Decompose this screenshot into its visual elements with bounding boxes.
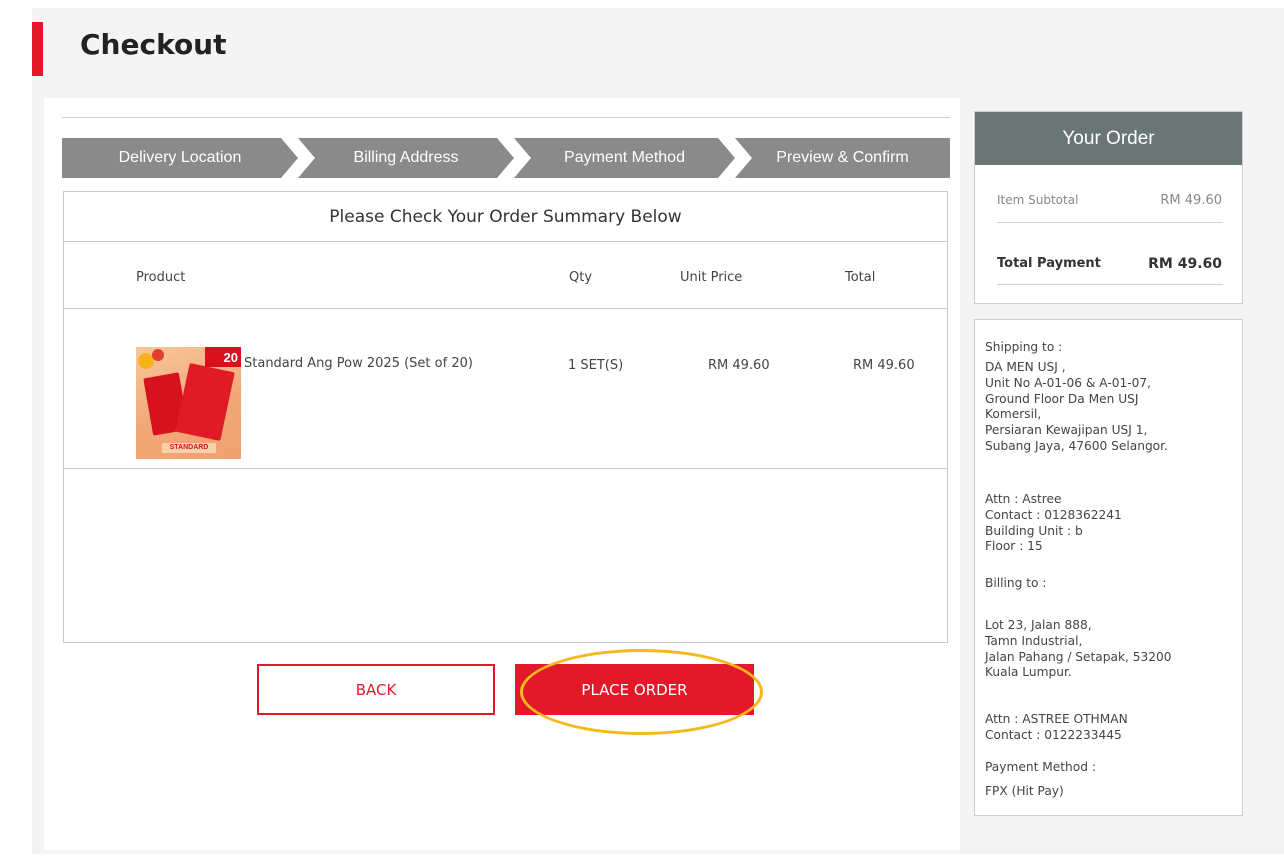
step-payment-method[interactable]: Payment Method bbox=[514, 138, 735, 178]
your-order-title: Your Order bbox=[975, 112, 1242, 165]
header-divider bbox=[64, 308, 947, 309]
shipping-heading: Shipping to : bbox=[985, 340, 1063, 354]
address-line: Komersil, bbox=[985, 407, 1042, 422]
billing-contact: Attn : ASTREE OTHMAN Contact : 012223344… bbox=[985, 712, 1128, 744]
title-accent-bar bbox=[32, 22, 43, 76]
address-line: Jalan Pahang / Setapak, 53200 bbox=[985, 649, 1172, 664]
address-line: Tamn Industrial, bbox=[985, 633, 1083, 648]
step-label: Preview & Confirm bbox=[776, 149, 909, 166]
checkout-steps: Delivery Location Billing Address Paymen… bbox=[62, 138, 950, 178]
product-name: Standard Ang Pow 2025 (Set of 20) bbox=[244, 356, 473, 371]
column-header-qty: Qty bbox=[569, 270, 593, 285]
shipping-contact-number: Contact : 0128362241 bbox=[985, 507, 1122, 522]
column-header-unit-price: Unit Price bbox=[680, 270, 743, 285]
column-header-total: Total bbox=[845, 270, 876, 285]
total-payment-label: Total Payment bbox=[997, 256, 1101, 271]
payment-method-value: FPX (Hit Pay) bbox=[985, 784, 1064, 798]
shipping-attn: Attn : Astree bbox=[985, 492, 1062, 506]
your-order-card: Your Order Item Subtotal RM 49.60 Total … bbox=[974, 111, 1243, 304]
order-divider bbox=[997, 284, 1223, 285]
product-badge: 20 bbox=[205, 347, 241, 367]
back-button[interactable]: BACK bbox=[257, 664, 495, 715]
address-line: DA MEN USJ , bbox=[985, 360, 1066, 374]
shipping-building-unit: Building Unit : b bbox=[985, 523, 1083, 538]
step-preview-confirm[interactable]: Preview & Confirm bbox=[735, 138, 950, 178]
product-qty: 1 SET(S) bbox=[568, 358, 624, 373]
address-line: Kuala Lumpur. bbox=[985, 665, 1072, 680]
address-line: Ground Floor Da Men USJ bbox=[985, 391, 1139, 406]
summary-title: Please Check Your Order Summary Below bbox=[64, 192, 947, 242]
top-divider bbox=[62, 117, 950, 118]
shipping-address: DA MEN USJ , Unit No A-01-06 & A-01-07, … bbox=[985, 360, 1168, 455]
address-line: Lot 23, Jalan 888, bbox=[985, 618, 1092, 632]
total-payment-value: RM 49.60 bbox=[1148, 256, 1222, 272]
step-label: Billing Address bbox=[353, 149, 459, 166]
order-divider bbox=[997, 222, 1223, 223]
product-total: RM 49.60 bbox=[853, 358, 915, 373]
step-label: Payment Method bbox=[564, 149, 685, 166]
billing-contact-number: Contact : 0122233445 bbox=[985, 727, 1122, 742]
subtotal-label: Item Subtotal bbox=[997, 193, 1079, 207]
place-order-button[interactable]: PLACE ORDER bbox=[515, 664, 754, 715]
subtotal-value: RM 49.60 bbox=[1160, 193, 1222, 208]
shipping-contact: Attn : Astree Contact : 0128362241 Build… bbox=[985, 492, 1122, 555]
address-line: Subang Jaya, 47600 Selangor. bbox=[985, 438, 1168, 453]
billing-heading: Billing to : bbox=[985, 576, 1047, 590]
product-image-label: STANDARD bbox=[162, 443, 216, 453]
step-label: Delivery Location bbox=[118, 149, 242, 166]
billing-attn: Attn : ASTREE OTHMAN bbox=[985, 712, 1128, 726]
product-image: 20 STANDARD bbox=[136, 347, 241, 459]
step-delivery-location[interactable]: Delivery Location bbox=[62, 138, 298, 178]
product-unit-price: RM 49.60 bbox=[708, 358, 770, 373]
shipping-billing-card: Shipping to : DA MEN USJ , Unit No A-01-… bbox=[974, 319, 1243, 816]
page-title: Checkout bbox=[80, 28, 227, 61]
billing-address: Lot 23, Jalan 888, Tamn Industrial, Jala… bbox=[985, 618, 1172, 681]
row-divider bbox=[64, 468, 947, 469]
shipping-floor: Floor : 15 bbox=[985, 539, 1043, 554]
address-line: Persiaran Kewajipan USJ 1, bbox=[985, 423, 1148, 438]
payment-method-heading: Payment Method : bbox=[985, 760, 1096, 774]
column-header-product: Product bbox=[136, 270, 186, 285]
address-line: Unit No A-01-06 & A-01-07, bbox=[985, 375, 1152, 390]
step-billing-address[interactable]: Billing Address bbox=[298, 138, 514, 178]
order-summary-table: Please Check Your Order Summary Below Pr… bbox=[63, 191, 948, 643]
